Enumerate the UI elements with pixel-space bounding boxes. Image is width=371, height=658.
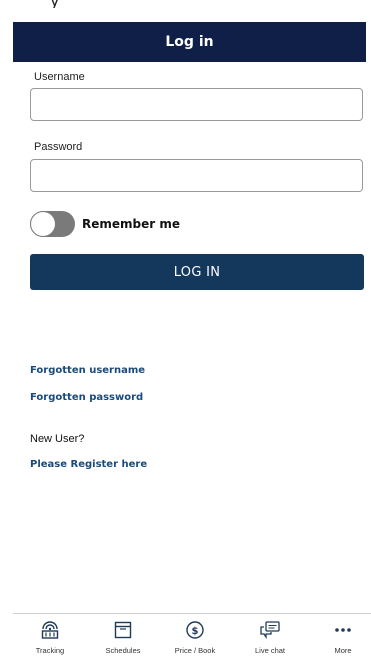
calendar-icon xyxy=(114,621,132,639)
bottom-navigation: Tracking Schedules $ Price / Book Live c… xyxy=(13,613,371,658)
register-link[interactable]: Please Register here xyxy=(30,459,147,470)
nav-label-schedules: Schedules xyxy=(105,646,141,655)
password-label: Password xyxy=(34,141,83,153)
status-bar-text: y xyxy=(50,0,59,8)
nav-label-price-book: Price / Book xyxy=(174,646,216,655)
nav-label-tracking: Tracking xyxy=(35,646,65,655)
forgot-username-link[interactable]: Forgotten username xyxy=(30,365,145,376)
nav-label-live-chat: Live chat xyxy=(254,646,286,655)
svg-text:$: $ xyxy=(192,626,199,637)
username-field[interactable] xyxy=(30,88,363,121)
more-dots-icon xyxy=(335,628,351,632)
nav-item-live-chat[interactable]: Live chat xyxy=(240,614,300,658)
page-header: Log in xyxy=(13,22,366,62)
remember-me-toggle[interactable] xyxy=(30,211,75,237)
password-field[interactable] xyxy=(30,159,363,192)
tracking-icon xyxy=(41,621,59,639)
nav-label-more: More xyxy=(334,646,352,655)
nav-item-more[interactable]: More xyxy=(313,614,371,658)
chat-icon xyxy=(260,621,280,640)
remember-me-label: Remember me xyxy=(82,217,180,231)
nav-item-schedules[interactable]: Schedules xyxy=(93,614,153,658)
toggle-knob xyxy=(31,212,55,236)
new-user-text: New User? xyxy=(30,433,85,445)
dollar-icon: $ xyxy=(186,621,204,639)
username-label: Username xyxy=(34,71,85,83)
nav-item-price-book[interactable]: $ Price / Book xyxy=(165,614,225,658)
login-button[interactable]: LOG IN xyxy=(30,254,364,290)
page-title: Log in xyxy=(165,34,214,50)
status-bar: y xyxy=(0,0,371,8)
nav-item-tracking[interactable]: Tracking xyxy=(20,614,80,658)
forgot-password-link[interactable]: Forgotten password xyxy=(30,392,143,403)
